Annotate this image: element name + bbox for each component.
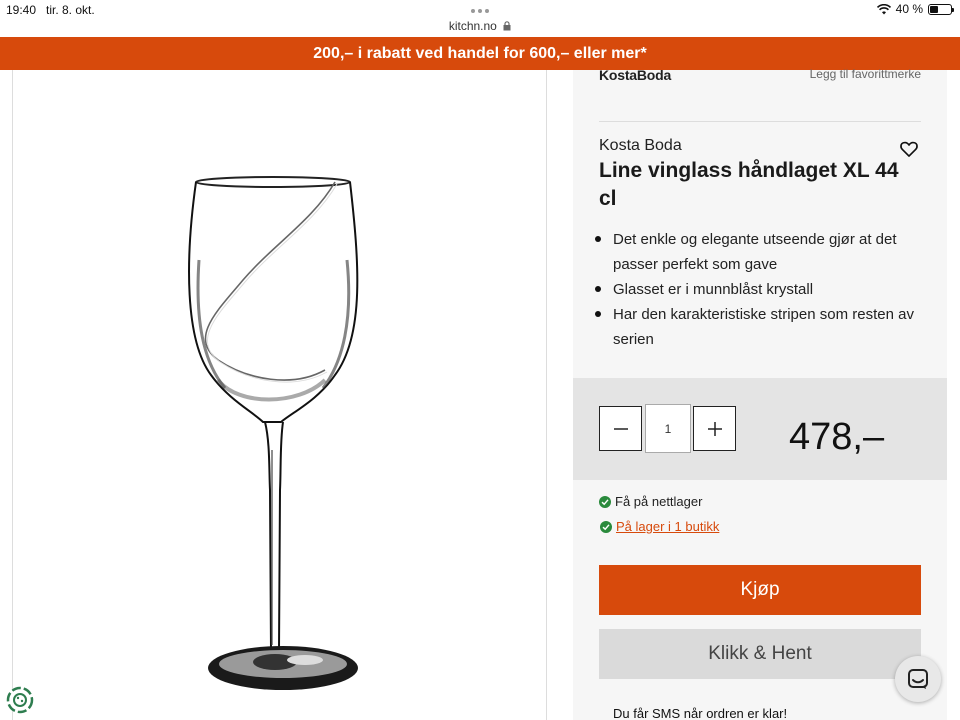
feature-list: Det enkle og elegante utseende gjør at d…: [595, 227, 919, 352]
feature-item: Det enkle og elegante utseende gjør at d…: [595, 227, 919, 277]
divider: [599, 121, 921, 122]
browser-url-bar: kitchn.no: [0, 0, 960, 37]
product-brand[interactable]: Kosta Boda: [599, 137, 682, 155]
sms-note: Du får SMS når ordren er klar!: [613, 706, 788, 720]
product-title: Line vinglass håndlaget XL 44 cl: [599, 159, 899, 210]
cookie-settings-icon[interactable]: [6, 686, 34, 714]
stock-online: Få på nettlager: [599, 494, 702, 509]
more-dots-icon[interactable]: [471, 9, 489, 13]
chat-button[interactable]: [895, 656, 941, 702]
product-price: 478,–: [789, 416, 885, 458]
plus-icon: [707, 421, 722, 436]
product-info-panel: KostaBoda Legg til favorittmerke Kosta B…: [573, 67, 947, 720]
click-and-collect-label: Klikk & Hent: [708, 643, 812, 664]
click-and-collect-button[interactable]: Klikk & Hent: [599, 629, 921, 679]
check-circle-icon: [600, 520, 612, 533]
buy-button-label: Kjøp: [740, 579, 780, 600]
feature-item: Glasset er i munnblåst krystall: [595, 277, 919, 302]
chat-icon: [908, 669, 928, 689]
stock-online-label: Få på nettlager: [615, 494, 703, 509]
buy-button[interactable]: Kjøp: [599, 565, 921, 615]
product-image-panel: [12, 70, 547, 720]
url-display[interactable]: kitchn.no: [0, 19, 960, 33]
minus-icon: [613, 427, 628, 430]
promo-banner[interactable]: 200,– i rabatt ved handel for 600,– elle…: [0, 37, 960, 70]
increase-quantity-button[interactable]: [693, 406, 736, 451]
lock-icon: [503, 21, 511, 31]
quantity-input[interactable]: 1: [645, 404, 691, 453]
quantity-price-section: 1 478,–: [573, 378, 947, 480]
add-favorite-brand-link[interactable]: Legg til favorittmerke: [810, 67, 921, 81]
brand-logo[interactable]: KostaBoda: [599, 67, 671, 83]
heart-icon[interactable]: [899, 139, 919, 159]
wine-glass-image[interactable]: [13, 70, 546, 720]
check-circle-icon: [599, 495, 611, 508]
decrease-quantity-button[interactable]: [599, 406, 642, 451]
url-text: kitchn.no: [448, 19, 497, 33]
promo-text: 200,– i rabatt ved handel for 600,– elle…: [313, 44, 647, 62]
feature-item: Har den karakteristiske stripen som rest…: [595, 302, 919, 352]
stock-store-label: På lager i 1 butikk: [616, 519, 720, 534]
stock-store-link[interactable]: På lager i 1 butikk: [600, 519, 719, 534]
